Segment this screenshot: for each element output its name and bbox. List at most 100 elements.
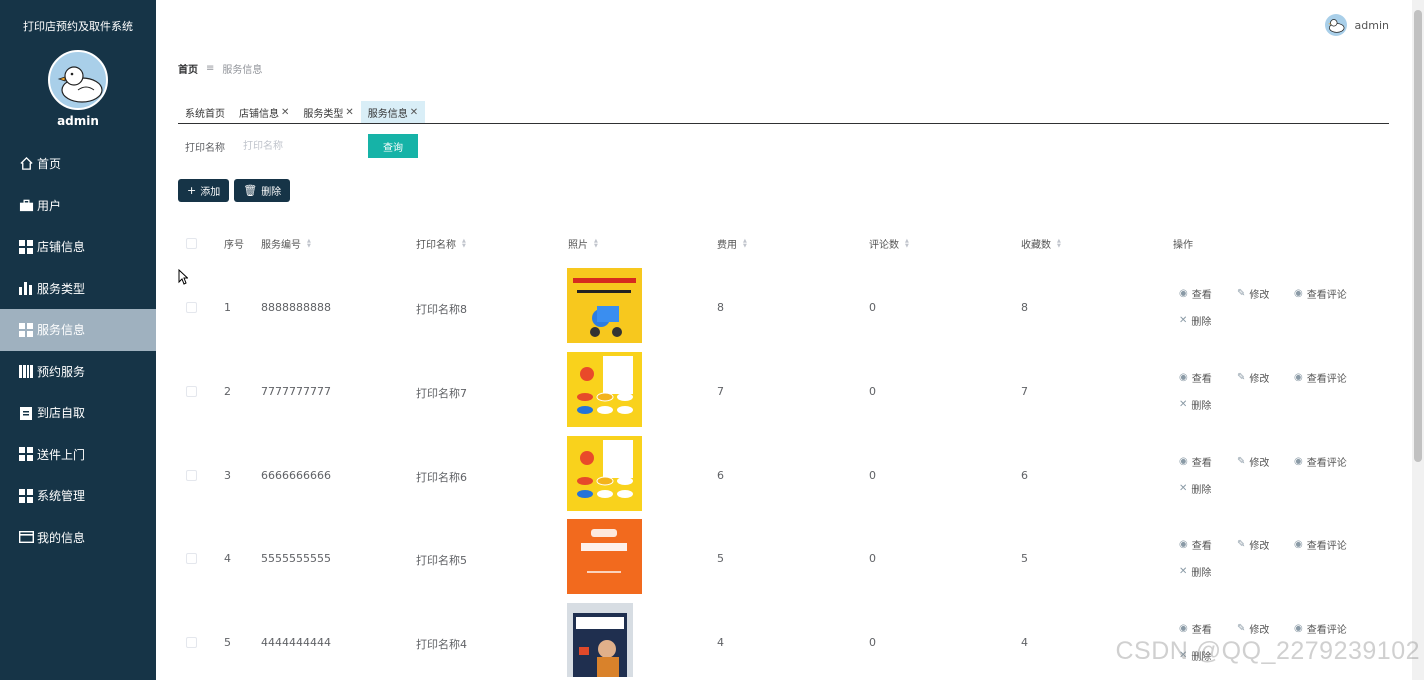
- tab-service-info[interactable]: 服务信息 ✕: [360, 101, 426, 123]
- search-button[interactable]: 查询: [368, 134, 418, 158]
- add-button[interactable]: + 添加: [178, 179, 230, 202]
- sort-icon[interactable]: ▲ ▼: [594, 238, 598, 249]
- row-delete-button[interactable]: ✕ 删除: [1179, 481, 1211, 496]
- table-row: 3 6666666666 打印名称6 6 0 6 ◉ 查看 ✎ 修改 ◉ 查看评论 ✕…: [178, 436, 1389, 520]
- header-fee[interactable]: 费用 ▲ ▼: [717, 236, 747, 251]
- view-comments-button[interactable]: ◉ 查看评论: [1294, 286, 1347, 301]
- sidebar-item-delivery[interactable]: 送件上门: [0, 434, 156, 476]
- sidebar-item-booking[interactable]: 预约服务: [0, 351, 156, 393]
- sidebar-item-pickup[interactable]: 到店自取: [0, 392, 156, 434]
- header-favorites[interactable]: 收藏数 ▲ ▼: [1021, 236, 1061, 251]
- cell-name: 打印名称7: [416, 387, 467, 400]
- sidebar-avatar[interactable]: [48, 50, 108, 110]
- row-delete-button[interactable]: ✕ 删除: [1179, 564, 1211, 579]
- select-all-checkbox[interactable]: [186, 238, 197, 249]
- edit-button[interactable]: ✎ 修改: [1237, 286, 1269, 301]
- delete-label: 删除: [1191, 401, 1212, 412]
- sidebar-item-my-info[interactable]: 我的信息: [0, 517, 156, 559]
- header-comments[interactable]: 评论数 ▲ ▼: [869, 236, 909, 251]
- view-button[interactable]: ◉ 查看: [1179, 454, 1212, 469]
- cell-code: 4444444444: [261, 636, 331, 649]
- view-comments-button[interactable]: ◉ 查看评论: [1294, 370, 1347, 385]
- system-title: 打印店预约及取件系统: [23, 20, 133, 33]
- close-icon: ✕: [1179, 483, 1188, 494]
- row-checkbox[interactable]: [186, 470, 197, 481]
- delete-button[interactable]: 🗑 删除: [234, 179, 291, 202]
- view-label: 查看: [1191, 458, 1212, 469]
- cell-comments: 0: [869, 301, 876, 314]
- sidebar-item-service-info[interactable]: 服务信息: [0, 309, 156, 351]
- row-delete-button[interactable]: ✕ 删除: [1179, 397, 1211, 412]
- service-photo[interactable]: [567, 519, 642, 594]
- table-header: 序号 服务编号 ▲ ▼ 打印名称 ▲ ▼ 照片 ▲ ▼ 费用 ▲ ▼ 评论数 ▲ ▼ 收藏数 ▲ ▼ 操…: [178, 234, 1389, 254]
- row-checkbox[interactable]: [186, 302, 197, 313]
- page-scrollbar[interactable]: [1412, 0, 1424, 680]
- sort-icon[interactable]: ▲ ▼: [307, 238, 311, 249]
- side-menu: 首页 用户 店铺信息 服务类型 服务信息 预约服务 到店自取 送件上门 系统管理…: [0, 143, 156, 558]
- edit-button[interactable]: ✎ 修改: [1237, 370, 1269, 385]
- header-name[interactable]: 打印名称 ▲ ▼: [416, 236, 466, 251]
- tab-store-info[interactable]: 店铺信息 ✕: [232, 101, 296, 123]
- header-photo[interactable]: 照片 ▲ ▼: [568, 236, 598, 251]
- sort-icon[interactable]: ▲ ▼: [905, 238, 909, 249]
- sidebar-item-system[interactable]: 系统管理: [0, 475, 156, 517]
- sidebar-item-store-info[interactable]: 店铺信息: [0, 226, 156, 268]
- row-checkbox[interactable]: [186, 386, 197, 397]
- sidebar-item-service-type[interactable]: 服务类型: [0, 268, 156, 310]
- edit-button[interactable]: ✎ 修改: [1237, 454, 1269, 469]
- edit-icon: ✎: [1237, 456, 1246, 467]
- service-photo[interactable]: [567, 436, 642, 511]
- scrollbar-thumb[interactable]: [1414, 10, 1422, 462]
- close-icon[interactable]: ✕: [345, 107, 353, 118]
- trash-icon: 🗑: [243, 184, 258, 197]
- breadcrumb-home[interactable]: 首页: [178, 61, 198, 76]
- eye-icon: ◉: [1179, 288, 1188, 299]
- view-button[interactable]: ◉ 查看: [1179, 370, 1212, 385]
- header-code[interactable]: 服务编号 ▲ ▼: [261, 236, 311, 251]
- view-button[interactable]: ◉ 查看: [1179, 621, 1212, 636]
- sidebar: 打印店预约及取件系统 admin 首页 用户 店铺信息 服务类型 服务信息 预约…: [0, 0, 156, 680]
- close-icon[interactable]: ✕: [281, 107, 289, 118]
- sidebar-item-label: 送件上门: [37, 447, 86, 462]
- bar-chart-icon: [18, 280, 34, 296]
- edit-button[interactable]: ✎ 修改: [1237, 621, 1269, 636]
- clipboard-icon: [18, 405, 34, 421]
- sort-icon[interactable]: ▲ ▼: [743, 238, 747, 249]
- topbar-user[interactable]: admin: [1324, 14, 1389, 36]
- cell-comments: 0: [869, 469, 876, 482]
- row-checkbox[interactable]: [186, 553, 197, 564]
- plus-icon: +: [187, 184, 197, 197]
- view-comments-button[interactable]: ◉ 查看评论: [1294, 454, 1347, 469]
- avatar[interactable]: [1324, 14, 1347, 36]
- tab-system-home[interactable]: 系统首页: [178, 101, 232, 123]
- grid-icon: [18, 239, 34, 255]
- sort-icon[interactable]: ▲ ▼: [462, 238, 466, 249]
- library-icon: [18, 363, 34, 379]
- sort-icon[interactable]: ▲ ▼: [1057, 238, 1061, 249]
- cell-comments: 0: [869, 636, 876, 649]
- view-comments-label: 查看评论: [1306, 458, 1347, 469]
- cell-fee: 8: [717, 301, 724, 314]
- topbar-username: admin: [1354, 18, 1389, 32]
- view-comments-button[interactable]: ◉ 查看评论: [1294, 537, 1347, 552]
- eye-icon: ◉: [1294, 623, 1303, 634]
- view-button[interactable]: ◉ 查看: [1179, 537, 1212, 552]
- sidebar-item-home[interactable]: 首页: [0, 143, 156, 185]
- eye-icon: ◉: [1294, 456, 1303, 467]
- service-photo[interactable]: [567, 268, 642, 343]
- row-delete-button[interactable]: ✕ 删除: [1179, 313, 1211, 328]
- service-photo[interactable]: [567, 603, 633, 677]
- view-comments-button[interactable]: ◉ 查看评论: [1294, 621, 1347, 636]
- cell-name: 打印名称8: [416, 303, 467, 316]
- tab-service-type[interactable]: 服务类型 ✕: [296, 101, 360, 123]
- service-photo[interactable]: [567, 352, 642, 427]
- view-button[interactable]: ◉ 查看: [1179, 286, 1212, 301]
- edit-button[interactable]: ✎ 修改: [1237, 537, 1269, 552]
- edit-icon: ✎: [1237, 623, 1246, 634]
- cell-index: 3: [224, 469, 231, 482]
- row-checkbox[interactable]: [186, 637, 197, 648]
- sidebar-item-users[interactable]: 用户: [0, 185, 156, 227]
- close-icon[interactable]: ✕: [410, 107, 418, 118]
- search-input[interactable]: [243, 135, 363, 157]
- cell-name: 打印名称5: [416, 554, 467, 567]
